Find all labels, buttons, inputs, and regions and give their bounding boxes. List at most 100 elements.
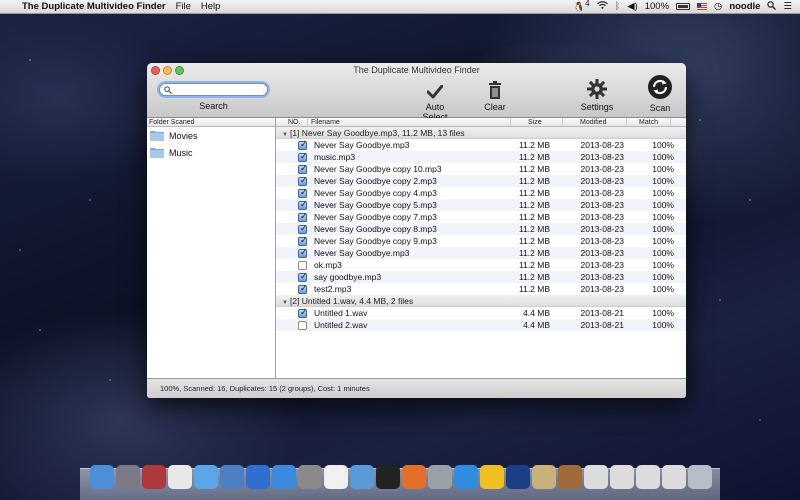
textedit-icon[interactable]	[324, 465, 348, 489]
trash-icon[interactable]	[688, 465, 712, 489]
search-input[interactable]	[174, 84, 264, 95]
safari-icon[interactable]	[454, 465, 478, 489]
mail-icon[interactable]	[350, 465, 374, 489]
row-checkbox[interactable]	[298, 247, 308, 258]
input-source-flag-icon[interactable]	[697, 3, 708, 10]
table-row[interactable]: Never Say Goodbye copy 8.mp3 11.2 MB 2013-…	[276, 223, 686, 235]
firefox-icon[interactable]	[402, 465, 426, 489]
file-modified: 2013-08-23	[580, 188, 624, 198]
clear-button[interactable]: Clear	[479, 77, 511, 112]
app-store-icon[interactable]	[272, 465, 296, 489]
scan-button[interactable]: Scan	[643, 73, 677, 113]
file-size: 4.4 MB	[523, 308, 550, 318]
activity-icon[interactable]	[194, 465, 218, 489]
table-row[interactable]: Never Say Goodbye copy 2.mp3 11.2 MB 2013-…	[276, 175, 686, 187]
table-row[interactable]: Never Say Goodbye.mp3 11.2 MB 2013-08-23 10…	[276, 247, 686, 259]
photoshop-icon[interactable]	[506, 465, 530, 489]
row-select-cell	[276, 199, 314, 210]
search-field[interactable]	[159, 83, 268, 96]
bluetooth-icon[interactable]: ᛒ	[615, 1, 621, 12]
menu-help[interactable]: Help	[201, 1, 221, 12]
file-name: Never Say Goodbye copy 5.mp3	[314, 200, 437, 210]
app-menu[interactable]: The Duplicate Multivideo Finder	[22, 1, 166, 12]
table-row[interactable]: Never Say Goodbye copy 9.mp3 11.2 MB 2013-…	[276, 235, 686, 247]
spotlight-icon[interactable]	[767, 0, 777, 13]
row-checkbox[interactable]	[298, 175, 308, 186]
disk-utility-icon[interactable]	[428, 465, 452, 489]
finder-window-icon[interactable]	[662, 465, 686, 489]
column-match[interactable]: Match	[627, 118, 671, 126]
table-row[interactable]: Never Say Goodbye copy 4.mp3 11.2 MB 2013-…	[276, 187, 686, 199]
finder-window-icon[interactable]	[610, 465, 634, 489]
preview-icon[interactable]	[220, 465, 244, 489]
table-row[interactable]: ok.mp3 11.2 MB 2013-08-23 100%	[276, 259, 686, 271]
finder-window-icon[interactable]	[584, 465, 608, 489]
group-row[interactable]: ▼ [2] Untitled 1.wav, 4.4 MB, 2 files	[276, 295, 686, 307]
table-row[interactable]: Never Say Goodbye copy 5.mp3 11.2 MB 2013-…	[276, 199, 686, 211]
column-size[interactable]: Size	[511, 118, 563, 126]
app-window: The Duplicate Multivideo Finder Search A…	[147, 63, 686, 398]
disclosure-triangle-icon[interactable]: ▼	[282, 132, 288, 138]
column-filename[interactable]: Filename	[308, 118, 511, 126]
finder-icon[interactable]	[90, 465, 114, 489]
wifi-icon[interactable]	[596, 1, 608, 12]
file-size: 4.4 MB	[523, 320, 550, 330]
battery-percent[interactable]: 100%	[645, 1, 669, 12]
menu-file[interactable]: File	[176, 1, 191, 12]
row-checkbox[interactable]	[298, 223, 308, 234]
row-checkbox[interactable]	[298, 211, 308, 222]
table-row[interactable]: Untitled 1.wav 4.4 MB 2013-08-21 100%	[276, 307, 686, 319]
terminal-icon[interactable]	[376, 465, 400, 489]
column-no[interactable]: NO.	[276, 118, 308, 126]
column-modified[interactable]: Modified	[563, 118, 627, 126]
auto-select-button[interactable]: Auto Select	[413, 77, 457, 122]
row-checkbox[interactable]	[298, 163, 308, 174]
qq-status-icon[interactable]: 🐧4	[573, 0, 589, 14]
launchpad-icon[interactable]	[116, 465, 140, 489]
row-checkbox[interactable]	[298, 199, 308, 210]
itunes-icon[interactable]	[246, 465, 270, 489]
row-checkbox[interactable]	[298, 320, 307, 330]
table-row[interactable]: Untitled 2.wav 4.4 MB 2013-08-21 100%	[276, 319, 686, 331]
sidebar-item-movies[interactable]: Movies	[147, 127, 275, 144]
row-checkbox[interactable]	[298, 307, 308, 318]
table-row[interactable]: say goodbye.mp3 11.2 MB 2013-08-23 100%	[276, 271, 686, 283]
user-name[interactable]: noodle	[729, 1, 760, 12]
notification-center-icon[interactable]: ☰	[783, 1, 792, 12]
row-select-cell	[276, 247, 314, 258]
volume-icon[interactable]: ◀)	[627, 1, 637, 12]
scripts-icon[interactable]	[532, 465, 556, 489]
clock-icon[interactable]: ◷	[714, 1, 722, 12]
table-row[interactable]: music.mp3 11.2 MB 2013-08-23 100%	[276, 151, 686, 163]
finder-window-icon[interactable]	[636, 465, 660, 489]
photo-booth-icon[interactable]	[142, 465, 166, 489]
file-modified: 2013-08-23	[580, 164, 624, 174]
table-row[interactable]: Never Say Goodbye.mp3 11.2 MB 2013-08-23 10…	[276, 139, 686, 151]
row-checkbox[interactable]	[298, 151, 308, 162]
calendar-icon[interactable]	[168, 465, 192, 489]
row-checkbox[interactable]	[298, 235, 308, 246]
file-size: 11.2 MB	[518, 224, 550, 234]
file-size: 11.2 MB	[518, 152, 550, 162]
utilities-icon[interactable]	[558, 465, 582, 489]
results-table: NO. Filename Size Modified Match ▼ [1] Ne…	[276, 118, 686, 378]
row-checkbox[interactable]	[298, 187, 308, 198]
table-row[interactable]: Never Say Goodbye copy 7.mp3 11.2 MB 2013-…	[276, 211, 686, 223]
qq-icon[interactable]	[480, 465, 504, 489]
file-modified: 2013-08-23	[580, 272, 624, 282]
row-checkbox[interactable]	[298, 139, 308, 150]
disclosure-triangle-icon[interactable]: ▼	[282, 300, 288, 306]
file-modified: 2013-08-21	[580, 320, 624, 330]
row-select-cell	[276, 235, 314, 246]
sidebar-item-music[interactable]: Music	[147, 144, 275, 161]
settings-button[interactable]: Settings	[577, 77, 617, 112]
file-match: 100%	[652, 224, 674, 234]
row-checkbox[interactable]	[298, 271, 308, 282]
row-checkbox[interactable]	[298, 283, 308, 294]
table-row[interactable]: Never Say Goodbye copy 10.mp3 11.2 MB 2013…	[276, 163, 686, 175]
system-preferences-icon[interactable]	[298, 465, 322, 489]
group-row[interactable]: ▼ [1] Never Say Goodbye.mp3, 11.2 MB, 13 …	[276, 127, 686, 139]
folder-icon	[150, 131, 164, 141]
row-checkbox[interactable]	[298, 260, 307, 270]
table-row[interactable]: test2.mp3 11.2 MB 2013-08-23 100%	[276, 283, 686, 295]
